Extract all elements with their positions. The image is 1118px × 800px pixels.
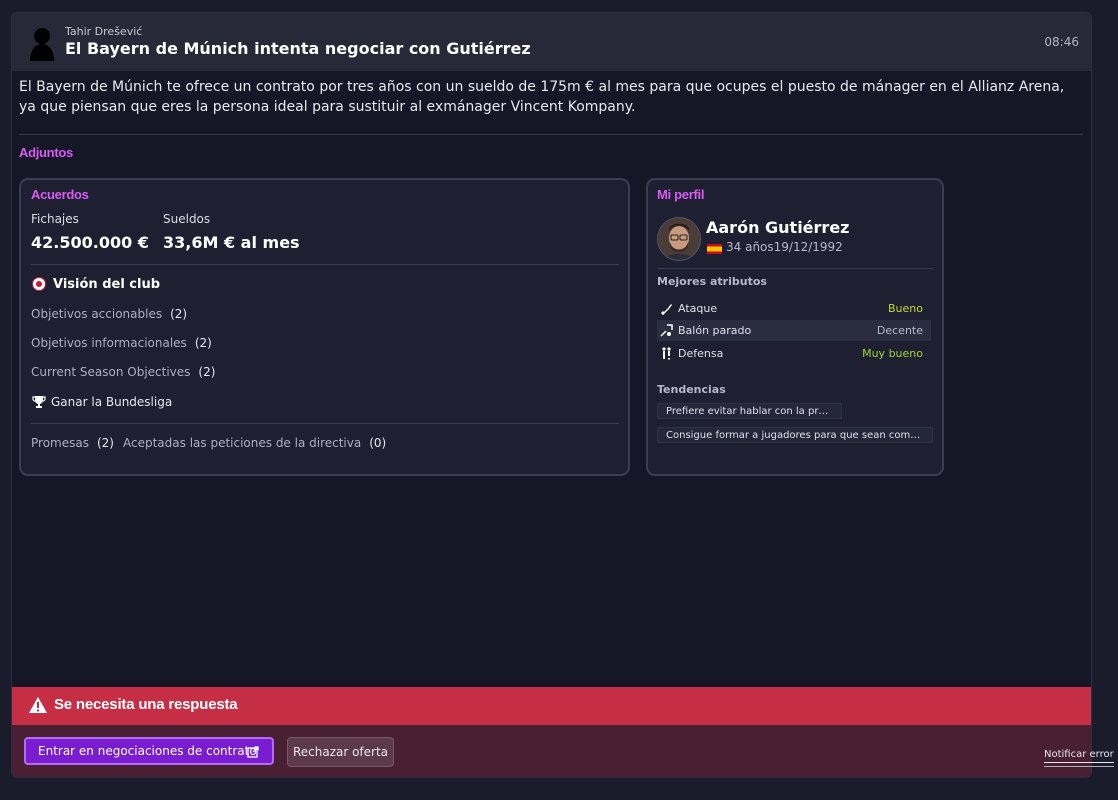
attack-icon — [661, 304, 672, 315]
trophy-icon — [32, 396, 46, 408]
message-panel: Tahir Drešević El Bayern de Múnich inten… — [11, 12, 1092, 778]
sender-avatar-icon — [30, 28, 54, 61]
profile-card: Mi perfil Aarón Gutiérrez 34 años19/12/1… — [646, 178, 944, 476]
promises-label: Promesas — [31, 436, 89, 450]
club-vision-heading: Visión del club — [53, 277, 161, 292]
agreements-card: Acuerdos Fichajes 42.500.000 € Sueldos 3… — [19, 178, 630, 476]
accepted-requests-count: (0) — [369, 436, 387, 450]
response-needed-banner: Se necesita una respuesta — [12, 687, 1091, 725]
profile-title: Mi perfil — [657, 187, 705, 202]
objective-label: Objetivos accionables — [31, 307, 163, 321]
tendencies-heading: Tendencias — [657, 383, 726, 396]
avatar — [657, 217, 701, 261]
negotiate-contract-label: Entrar en negociaciones de contrato — [38, 744, 257, 758]
sender-name: Tahir Drešević — [65, 25, 143, 38]
attribute-name: Ataque — [678, 302, 718, 315]
objective-count: (2) — [194, 336, 212, 350]
report-error-link[interactable]: Notificar error — [1044, 749, 1114, 767]
agreements-title: Acuerdos — [31, 187, 89, 202]
objective-row[interactable]: Current Season Objectives (2) — [31, 365, 215, 379]
accepted-requests-label: Aceptadas las peticiones de la directiva — [123, 436, 362, 450]
divider — [31, 423, 619, 424]
defense-icon — [662, 347, 671, 360]
attribute-value: Decente — [876, 324, 923, 337]
attribute-value: Muy bueno — [862, 347, 923, 360]
attribute-row: Ataque Bueno — [657, 298, 931, 319]
objective-count: (2) — [198, 365, 216, 379]
attribute-row: Defensa Muy bueno — [657, 343, 931, 364]
accepted-requests-row[interactable]: Aceptadas las peticiones de la directiva… — [123, 436, 386, 450]
promises-count: (2) — [96, 436, 114, 450]
message-header: Tahir Drešević El Bayern de Múnich inten… — [12, 13, 1091, 71]
transfers-value: 42.500.000 € — [31, 233, 149, 252]
attribute-name: Defensa — [678, 347, 724, 360]
response-needed-text: Se necesita una respuesta — [54, 696, 238, 713]
tendency-tag: Consigue formar a jugadores para que sea… — [657, 427, 933, 443]
objective-row[interactable]: Objetivos informacionales (2) — [31, 336, 212, 350]
tendency-tag: Prefiere evitar hablar con la prensa — [657, 403, 842, 419]
manager-age-dob: 34 años19/12/1992 — [726, 240, 843, 254]
message-time: 08:46 — [1044, 35, 1079, 49]
objective-row[interactable]: Objetivos accionables (2) — [31, 307, 187, 321]
manager-name: Aarón Gutiérrez — [706, 218, 850, 237]
wages-label: Sueldos — [163, 212, 211, 226]
attribute-value: Bueno — [888, 302, 923, 315]
best-attributes-heading: Mejores atributos — [657, 275, 767, 288]
attribute-name: Balón parado — [678, 324, 752, 337]
divider — [19, 134, 1083, 135]
set-piece-icon — [660, 324, 673, 337]
transfers-label: Fichajes — [31, 212, 79, 226]
negotiate-contract-button[interactable]: Entrar en negociaciones de contrato — [24, 737, 274, 765]
divider — [31, 264, 619, 265]
promises-row[interactable]: Promesas (2) — [31, 436, 114, 450]
reject-offer-button[interactable]: Rechazar oferta — [287, 737, 394, 767]
attachments-heading: Adjuntos — [19, 145, 73, 160]
message-body: El Bayern de Múnich te ofrece un contrat… — [19, 79, 1065, 115]
objective-label: Current Season Objectives — [31, 365, 191, 379]
external-link-icon — [247, 746, 259, 758]
attribute-row: Balón parado Decente — [657, 320, 931, 341]
spain-flag-icon — [707, 244, 722, 254]
message-subject: El Bayern de Múnich intenta negociar con… — [65, 39, 531, 58]
objective-count: (2) — [170, 307, 188, 321]
divider — [657, 268, 933, 269]
wages-value: 33,6M € al mes — [163, 233, 300, 252]
action-bar: Entrar en negociaciones de contrato Rech… — [12, 725, 1091, 777]
manager-face-icon — [658, 218, 700, 260]
trophy-objective: Ganar la Bundesliga — [51, 395, 173, 409]
objective-label: Objetivos informacionales — [31, 336, 187, 350]
warning-icon — [29, 697, 47, 713]
club-crest-icon — [32, 277, 46, 291]
